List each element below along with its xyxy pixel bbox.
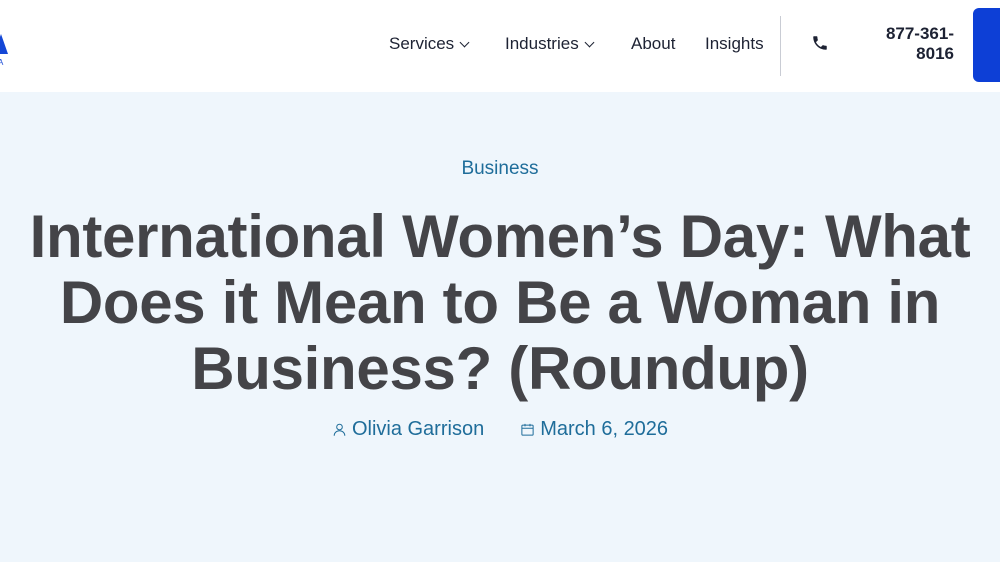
nav-item-label: Industries (505, 34, 579, 53)
site-header: A Services Industries About Insights 877… (0, 0, 1000, 92)
header-divider (780, 16, 781, 76)
site-logo[interactable]: A (0, 34, 8, 68)
nav-item-label: Services (389, 34, 455, 53)
logo-subtext: A (0, 58, 5, 67)
publish-date: March 6, 2026 (520, 418, 668, 441)
nav-item-label: About (631, 34, 676, 53)
author-name: Olivia Garrison (351, 418, 485, 440)
user-icon (333, 423, 346, 436)
chevron-down-icon (459, 37, 470, 47)
phone-number-line2: 8016 (916, 44, 954, 63)
header-cta-button[interactable] (973, 8, 1000, 82)
category-link[interactable]: Business (0, 158, 1000, 180)
phone-icon[interactable] (811, 34, 829, 52)
phone-number-line1: 877-361- (885, 24, 954, 43)
author-link[interactable]: Olivia Garrison (332, 418, 484, 441)
nav-item-label: Insights (705, 34, 764, 53)
nav-item-about[interactable]: About (631, 33, 675, 55)
nav-item-insights[interactable]: Insights (705, 33, 764, 55)
phone-number-link[interactable]: 877-361- 8016 (864, 24, 954, 64)
calendar-icon (521, 423, 534, 436)
logo-triangle-icon (0, 34, 8, 54)
article-hero: Business International Women’s Day: What… (0, 92, 1000, 562)
nav-item-services[interactable]: Services (389, 33, 470, 55)
nav-item-industries[interactable]: Industries (505, 33, 595, 55)
article-meta: Olivia Garrison March 6, 2026 (0, 418, 1000, 441)
article-title: International Women’s Day: What Does it … (29, 203, 971, 402)
chevron-down-icon (584, 37, 595, 47)
date-text: March 6, 2026 (540, 418, 669, 440)
